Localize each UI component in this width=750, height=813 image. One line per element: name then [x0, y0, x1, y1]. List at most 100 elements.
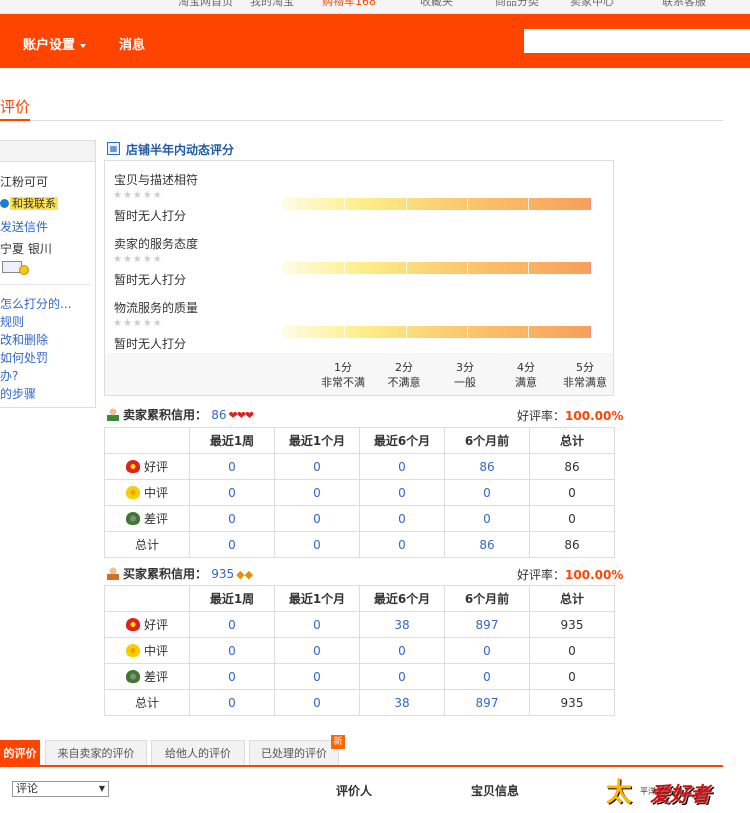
table-cell-link[interactable]: 0 — [359, 637, 445, 664]
rating-item-status: 暂时无人打分 — [114, 273, 187, 287]
seller-credit-heading: 卖家累积信用： 86 ❤❤❤ — [107, 406, 254, 423]
new-badge: 新 — [331, 735, 345, 749]
tab-to-others[interactable]: 给他人的评价 — [151, 740, 245, 765]
table-cell-link[interactable]: 0 — [189, 663, 275, 690]
table-cell-link[interactable]: 897 — [444, 689, 530, 716]
topbar-link-categories[interactable]: 商品分类 — [495, 0, 539, 9]
table-cell-link[interactable]: 38 — [359, 611, 445, 638]
scale-label: 4分 满意 — [496, 360, 556, 390]
table-cell-link[interactable]: 0 — [274, 479, 360, 506]
topbar-link-home[interactable]: 淘宝网首页 — [178, 0, 233, 9]
table-cell-link[interactable]: 0 — [444, 479, 530, 506]
sidebar: 江粉可可 和我联系 发送信件 宁夏 银川 怎么打分的... 规则 改和删除 如何… — [0, 140, 96, 408]
rating-stars: ★★★★★ — [113, 318, 163, 329]
scale-score: 1分 — [334, 361, 352, 374]
topbar-link-support[interactable]: 联系客服 — [662, 0, 706, 9]
header-bar: 账户设置 消息 — [0, 14, 750, 68]
topbar-link-cart[interactable]: 购物车168 — [322, 0, 376, 9]
contact-label: 和我联系 — [10, 197, 58, 210]
column-header: 最近1个月 — [274, 427, 360, 454]
table-cell-link[interactable]: 0 — [189, 637, 275, 664]
good-rating-icon — [125, 618, 140, 631]
scale-desc: 不满意 — [387, 376, 421, 389]
scale-label: 1分 非常不满 — [313, 360, 373, 390]
seller-credit-value[interactable]: 86 — [211, 408, 226, 422]
seller-credit-label: 卖家累积信用： — [123, 408, 208, 422]
table-cell-link[interactable]: 0 — [189, 689, 275, 716]
sidebar-location: 宁夏 银川 — [0, 242, 52, 256]
table-cell-link[interactable]: 897 — [444, 611, 530, 638]
table-cell-link[interactable]: 0 — [359, 505, 445, 532]
table-cell-link[interactable]: 0 — [359, 663, 445, 690]
table-cell-link[interactable]: 0 — [189, 611, 275, 638]
table-cell-link[interactable]: 0 — [274, 505, 360, 532]
table-cell-link[interactable]: 0 — [444, 505, 530, 532]
search-input[interactable] — [524, 29, 750, 53]
table-cell-link[interactable]: 0 — [359, 453, 445, 480]
table-cell-link[interactable]: 0 — [274, 611, 360, 638]
bar-ticks — [282, 262, 591, 274]
column-header: 总计 — [529, 585, 615, 612]
dropdown-arrow-icon: ▼ — [98, 784, 105, 793]
row-type: 差评 — [104, 505, 190, 532]
table-cell-link[interactable]: 0 — [189, 505, 275, 532]
topbar-link-seller-center[interactable]: 卖家中心 — [570, 0, 614, 9]
scale-label: 3分一般 — [435, 360, 495, 390]
row-type-label: 总计 — [104, 689, 190, 716]
scale-score: 4分 — [517, 361, 535, 374]
chevron-down-icon — [80, 43, 87, 48]
rating-item-label: 物流服务的质量 — [114, 301, 199, 315]
row-type: 中评 — [104, 479, 190, 506]
row-type-label: 差评 — [143, 670, 168, 684]
rating-item-status: 暂时无人打分 — [114, 337, 187, 351]
topbar-link-favorites[interactable]: 收藏夹 — [420, 0, 453, 9]
column-header: 6个月前 — [444, 427, 530, 454]
row-type-label: 中评 — [143, 644, 168, 658]
table-cell-link[interactable]: 38 — [359, 689, 445, 716]
table-cell-link[interactable]: 0 — [189, 479, 275, 506]
tab-my-ratings[interactable]: 的评价 — [0, 740, 40, 765]
title-underline — [0, 119, 30, 121]
table-cell-link[interactable]: 0 — [274, 689, 360, 716]
table-cell-link[interactable]: 0 — [189, 453, 275, 480]
table-cell-total: 0 — [529, 637, 615, 664]
tab-processed[interactable]: 已处理的评价 — [249, 740, 339, 765]
table-cell-link[interactable]: 0 — [274, 637, 360, 664]
sidebar-help-link[interactable]: 的步骤 — [0, 385, 36, 402]
nav-messages[interactable]: 消息 — [119, 34, 145, 53]
table-cell-link[interactable]: 0 — [359, 479, 445, 506]
sidebar-help-link[interactable]: 规则 — [0, 313, 24, 330]
table-row: 差评 0 0 0 0 0 — [104, 663, 615, 690]
heart-level-icon: ❤❤❤ — [228, 409, 254, 422]
nav-account-settings[interactable]: 账户设置 — [23, 34, 87, 53]
sidebar-help-link[interactable]: 如何处罚 — [0, 349, 48, 366]
sidebar-help-link[interactable]: 怎么打分的... — [0, 295, 71, 312]
table-row: 中评 0 0 0 0 0 — [104, 479, 615, 506]
sidebar-help-link[interactable]: 办? — [0, 367, 18, 384]
table-cell-link[interactable]: 0 — [274, 663, 360, 690]
sidebar-send-mail-link[interactable]: 发送信件 — [0, 218, 48, 235]
tab-from-sellers[interactable]: 来自卖家的评价 — [45, 740, 147, 765]
rating-filter-select[interactable]: 评论 ▼ — [12, 781, 109, 797]
scale-desc: 一般 — [454, 376, 476, 389]
table-row: 中评 0 0 0 0 0 — [104, 637, 615, 664]
table-cell-link[interactable]: 0 — [359, 531, 445, 558]
sidebar-help-link[interactable]: 改和删除 — [0, 331, 48, 348]
table-cell-link[interactable]: 0 — [274, 531, 360, 558]
sidebar-contact-button[interactable]: 和我联系 — [0, 195, 58, 211]
table-cell-link[interactable]: 0 — [444, 637, 530, 664]
sidebar-username[interactable]: 江粉可可 — [0, 173, 48, 190]
column-header: 最近6个月 — [359, 585, 445, 612]
table-cell-link[interactable]: 0 — [274, 453, 360, 480]
table-cell-link[interactable]: 86 — [444, 531, 530, 558]
table-cell-link[interactable]: 0 — [189, 531, 275, 558]
rate-value: 100.00% — [565, 409, 624, 423]
scale-label: 2分 不满意 — [374, 360, 434, 390]
scale-score: 3分 — [456, 361, 474, 374]
column-header: 最近1周 — [189, 585, 275, 612]
topbar-link-my-taobao[interactable]: 我的淘宝 — [250, 0, 294, 9]
buyer-credit-value[interactable]: 935 — [211, 567, 234, 581]
table-cell-link[interactable]: 0 — [444, 663, 530, 690]
buyer-credit-label: 买家累积信用： — [123, 567, 208, 581]
table-cell-link[interactable]: 86 — [444, 453, 530, 480]
